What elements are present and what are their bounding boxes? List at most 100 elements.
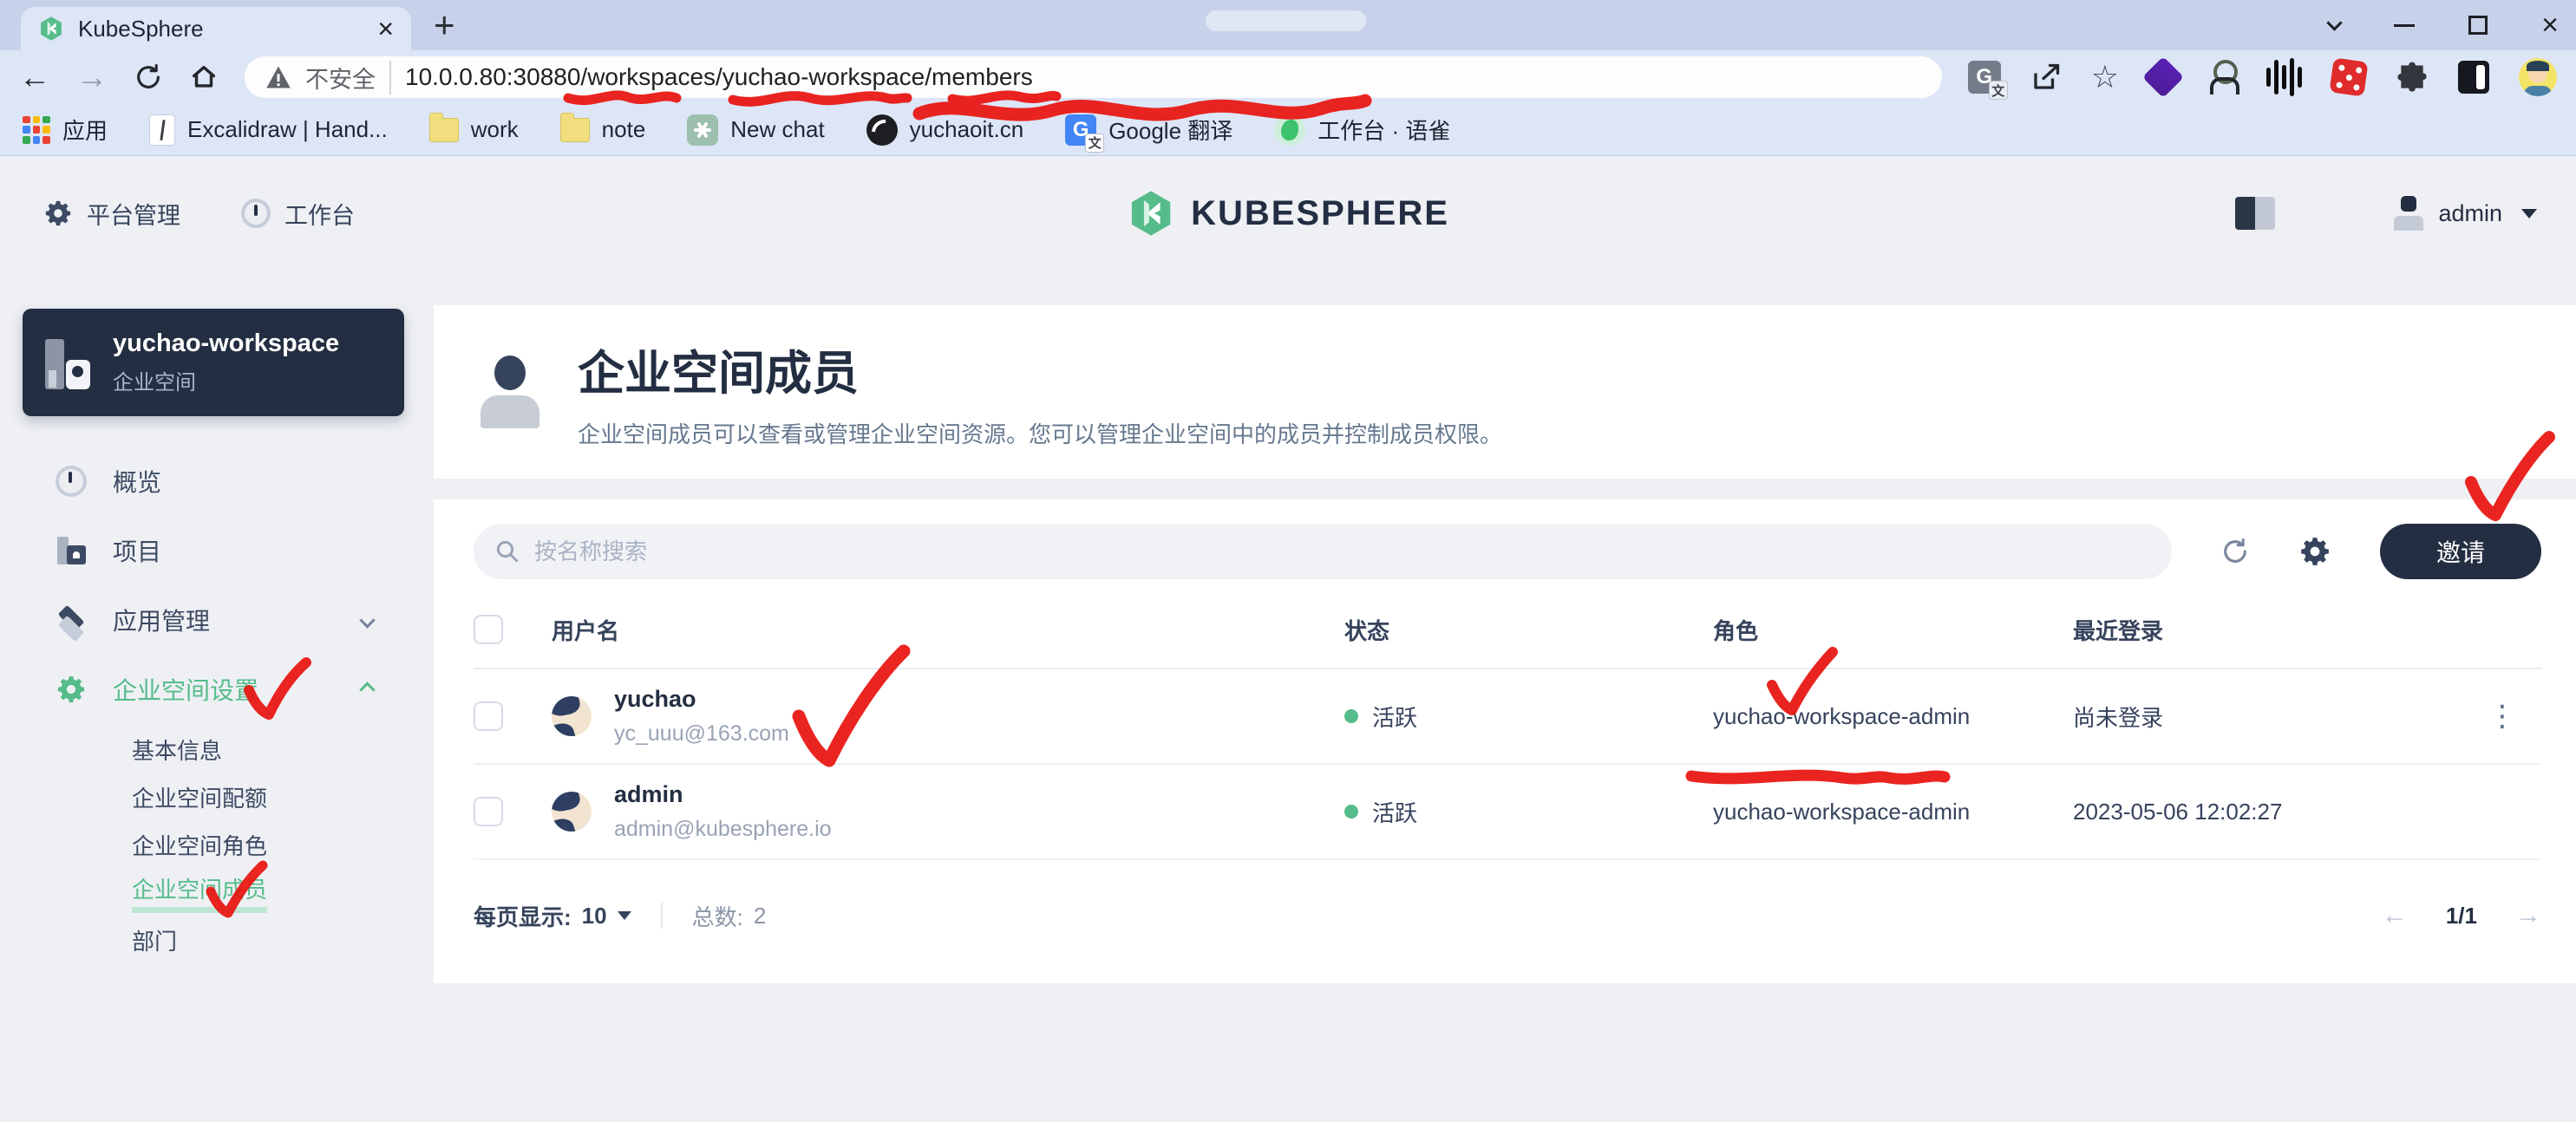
browser-profile-avatar[interactable] [2519, 58, 2557, 96]
bookmark-yuchaoit[interactable]: yuchaoit.cn [866, 114, 1024, 146]
bookmark-excalidraw[interactable]: Excalidraw | Hand... [149, 114, 388, 146]
bookmark-yuque[interactable]: 工作台 · 语雀 [1274, 114, 1450, 146]
per-page-value[interactable]: 10 [582, 903, 607, 930]
sidebar-item-overview[interactable]: 概览 [23, 447, 434, 516]
new-tab-button[interactable]: + [434, 7, 455, 43]
extension-diamond-icon[interactable] [2142, 56, 2184, 98]
subnav-workspace-roles[interactable]: 企业空间角色 [132, 821, 434, 869]
table-row[interactable]: admin admin@kubesphere.io 活跃 yuchao-work… [474, 765, 2541, 860]
overview-icon [56, 466, 87, 497]
col-username[interactable]: 用户名 [552, 614, 1344, 646]
extension-dice-icon[interactable] [2329, 57, 2368, 96]
layers-icon [56, 604, 87, 636]
side-panel-icon[interactable] [2458, 61, 2489, 94]
extension-waveform-icon[interactable] [2266, 58, 2302, 96]
tab-search-chevron-icon[interactable] [2326, 15, 2342, 30]
page-title-card: 企业空间成员 企业空间成员可以查看或管理企业空间资源。您可以管理企业空间中的成员… [434, 305, 2576, 479]
main-content: 企业空间成员 企业空间成员可以查看或管理企业空间资源。您可以管理企业空间中的成员… [434, 271, 2576, 1122]
subnav-workspace-quota[interactable]: 企业空间配额 [132, 773, 434, 821]
status-text: 活跃 [1372, 796, 1417, 828]
subnav-basic-info[interactable]: 基本信息 [132, 726, 434, 773]
header-right: admin [2235, 156, 2537, 271]
status-cell: 活跃 [1344, 701, 1713, 733]
share-icon[interactable] [2030, 62, 2062, 93]
bookmark-google-translate[interactable]: G文 Google 翻译 [1065, 114, 1232, 146]
next-page-icon[interactable]: → [2515, 903, 2541, 929]
prev-page-icon[interactable]: ← [2382, 903, 2408, 929]
bookmark-apps[interactable]: 应用 [23, 114, 108, 146]
col-status[interactable]: 状态 [1344, 614, 1713, 646]
kubesphere-logo[interactable]: KUBESPHERE [1127, 189, 1449, 238]
url-text[interactable]: 10.0.0.80:30880/workspaces/yuchao-worksp… [405, 63, 1033, 91]
username[interactable]: yuchao [614, 686, 789, 713]
window-minimize-icon[interactable] [2394, 24, 2415, 27]
back-icon[interactable]: ← [19, 62, 50, 93]
window-maximize-icon[interactable] [2468, 16, 2488, 35]
workbench-button[interactable]: 工作台 [241, 197, 355, 231]
user-email: yc_uuu@163.com [614, 721, 789, 747]
search-icon [494, 538, 520, 564]
reload-icon[interactable] [134, 62, 163, 92]
forward-icon[interactable]: → [76, 62, 108, 93]
google-translate-icon: G文 [1065, 114, 1096, 146]
bookmark-star-icon[interactable]: ☆ [2091, 62, 2119, 93]
status-cell: 活跃 [1344, 796, 1713, 828]
security-label[interactable]: 不安全 [305, 61, 391, 95]
current-user-name[interactable]: admin [2438, 200, 2502, 227]
total-value: 2 [754, 903, 766, 930]
docs-book-icon[interactable] [2235, 197, 2275, 230]
invite-button[interactable]: 邀请 [2380, 524, 2541, 579]
row-checkbox[interactable] [474, 797, 503, 826]
kubesphere-logo-text: KUBESPHERE [1191, 194, 1449, 233]
user-menu-caret-icon[interactable] [2521, 209, 2537, 219]
bookmark-note[interactable]: note [560, 116, 646, 143]
refresh-icon[interactable] [2220, 537, 2250, 566]
status-text: 活跃 [1372, 701, 1417, 733]
platform-management-button[interactable]: 平台管理 [43, 197, 180, 231]
sidebar-item-workspace-settings[interactable]: 企业空间设置 [23, 655, 434, 724]
table-row[interactable]: yuchao yc_uuu@163.com 活跃 yuchao-workspac… [474, 669, 2541, 765]
window-controls: × [2329, 5, 2559, 45]
per-page-caret-icon[interactable] [618, 911, 631, 920]
toolbar-right-icons: G文 ☆ [1968, 58, 2557, 96]
tab-favicon-kubesphere-icon [38, 16, 64, 42]
workspace-card[interactable]: yuchao-workspace 企业空间 [23, 309, 404, 416]
extensions-puzzle-icon[interactable] [2396, 61, 2429, 94]
col-role[interactable]: 角色 [1713, 614, 2073, 646]
username[interactable]: admin [614, 781, 832, 808]
window-close-icon[interactable]: × [2541, 10, 2559, 40]
gear-icon [43, 199, 73, 228]
extension-figure-icon[interactable] [2207, 60, 2237, 95]
workspace-settings-subnav: 基本信息 企业空间配额 企业空间角色 企业空间成员 部门 [23, 726, 434, 964]
chatgpt-icon [687, 114, 718, 146]
tab-title: KubeSphere [78, 16, 363, 42]
members-avatar-icon [475, 356, 545, 428]
search-bar[interactable] [474, 524, 2172, 579]
home-icon[interactable] [189, 62, 219, 92]
total-label: 总数: [692, 900, 743, 932]
browser-tab[interactable]: KubeSphere × [21, 7, 411, 50]
translate-page-icon[interactable]: G文 [1968, 61, 2001, 94]
settings-gear-icon[interactable] [2298, 535, 2331, 568]
user-cell: yuchao yc_uuu@163.com [552, 686, 1344, 747]
excalidraw-icon [149, 114, 175, 146]
row-checkbox[interactable] [474, 701, 503, 731]
chevron-up-icon [359, 682, 375, 697]
sidebar-item-app-management[interactable]: 应用管理 [23, 585, 434, 655]
translate-zh-badge: 文 [1989, 81, 2008, 100]
not-secure-warning-icon[interactable] [265, 65, 291, 89]
table-footer: 每页显示: 10 总数: 2 ← 1/1 → [474, 872, 2541, 959]
search-input[interactable] [534, 538, 2151, 565]
url-bar[interactable]: 不安全 10.0.0.80:30880/workspaces/yuchao-wo… [245, 56, 1942, 98]
subnav-departments[interactable]: 部门 [132, 917, 434, 964]
sidebar-item-projects[interactable]: 项目 [23, 516, 434, 585]
tab-close-icon[interactable]: × [377, 15, 394, 42]
select-all-checkbox[interactable] [474, 615, 503, 644]
status-dot [1344, 709, 1358, 723]
row-kebab-menu-icon[interactable]: ⋮ [2463, 699, 2541, 734]
bookmark-new-chat[interactable]: New chat [687, 114, 824, 146]
subnav-workspace-members[interactable]: 企业空间成员 [132, 869, 434, 917]
col-last-login[interactable]: 最近登录 [2073, 614, 2463, 646]
bookmark-work[interactable]: work [429, 116, 519, 143]
search-row: 邀请 [474, 524, 2541, 579]
